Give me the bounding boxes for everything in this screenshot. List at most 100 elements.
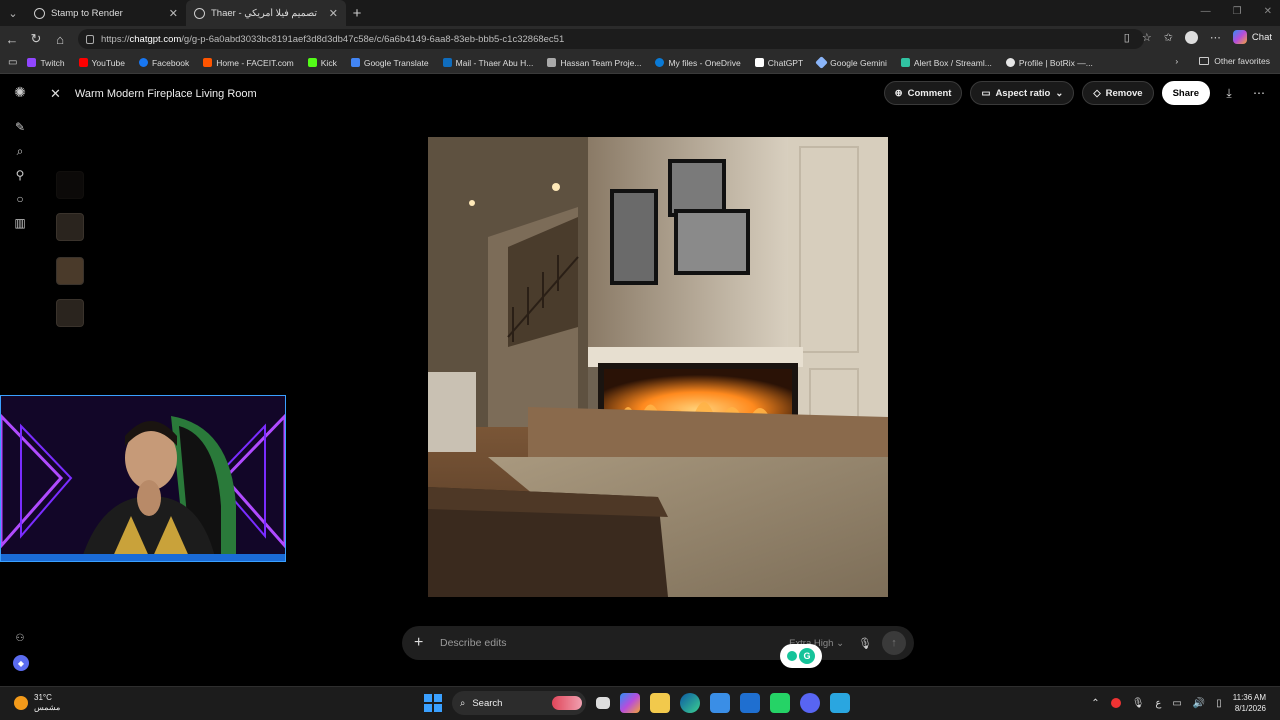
more-options-icon[interactable]: ⋯: [1248, 86, 1270, 100]
more-icon[interactable]: ⋯: [1210, 31, 1221, 44]
app-icon[interactable]: [830, 693, 850, 713]
copilot-app-icon[interactable]: [620, 693, 640, 713]
copilot-chat-button[interactable]: Chat: [1232, 30, 1272, 44]
new-chat-icon[interactable]: ✎: [13, 120, 27, 134]
close-window-icon[interactable]: ✕: [1264, 6, 1272, 17]
remove-button[interactable]: ◇ Remove: [1082, 81, 1154, 105]
task-view-icon[interactable]: [596, 697, 610, 709]
bookmark-label: ChatGPT: [767, 57, 804, 68]
chevron-up-icon[interactable]: ⌃: [1091, 698, 1099, 709]
comment-button[interactable]: ⊕ Comment: [883, 81, 963, 105]
outlook-icon[interactable]: [740, 693, 760, 713]
project-icon: [547, 58, 557, 67]
send-button[interactable]: ↑: [882, 631, 906, 655]
address-bar-row: ← ↻ ⌂ https://chatgpt.com/g/g-p-6a0abd30…: [0, 26, 1280, 52]
bookmark-alert-box[interactable]: Alert Box / Streaml...: [900, 57, 992, 68]
other-favorites-label: Other favorites: [1214, 56, 1270, 66]
tab-list-chevron-icon[interactable]: ⌄: [0, 0, 26, 26]
discord-icon[interactable]: [800, 693, 820, 713]
eraser-icon: ◇: [1093, 87, 1101, 99]
url-field[interactable]: https://chatgpt.com/g/g-p-6a0abd3033bc81…: [78, 29, 1144, 49]
taskbar-search[interactable]: ⌕ Search: [452, 691, 586, 715]
bookmark-label: My files - OneDrive: [668, 57, 741, 68]
add-attachment-icon[interactable]: +: [414, 634, 430, 652]
minimize-icon[interactable]: —: [1201, 6, 1211, 17]
microphone-icon[interactable]: 🎙: [858, 637, 872, 650]
bookmark-label: Alert Box / Streaml...: [913, 57, 992, 68]
reload-icon[interactable]: ↻: [24, 31, 48, 47]
bookmark-twitch[interactable]: Twitch: [27, 58, 65, 68]
bookmark-label: Hassan Team Proje...: [560, 57, 642, 68]
microphone-tray-icon[interactable]: 🎙: [1132, 698, 1145, 709]
history-thumbnail[interactable]: [56, 299, 84, 327]
history-thumbnail[interactable]: [56, 257, 84, 285]
close-editor-icon[interactable]: ✕: [50, 86, 61, 102]
generated-image[interactable]: [428, 137, 888, 597]
upgrade-icon[interactable]: ◆: [13, 655, 29, 671]
battery-icon[interactable]: ▯: [1216, 698, 1222, 709]
reading-view-icon[interactable]: ▯: [1124, 31, 1130, 44]
store-icon[interactable]: [710, 693, 730, 713]
tab-close-icon[interactable]: ✕: [329, 7, 338, 20]
sun-icon: [14, 696, 28, 710]
download-icon[interactable]: ⤓: [1218, 86, 1240, 101]
bookmark-mail[interactable]: Mail - Thaer Abu H...: [442, 58, 533, 68]
bookmark-chatgpt[interactable]: ChatGPT: [754, 57, 804, 68]
clock-date: 8/1/2026: [1234, 704, 1266, 713]
openai-logo-icon[interactable]: ✺: [13, 84, 27, 100]
chat-bubble-icon[interactable]: ○: [13, 192, 27, 206]
chatgpt-app: ✺ ✎ ⌕ ⚲ ○ ▥ ⚇ ◆ ✕ Warm Modern Fireplace …: [0, 75, 1280, 685]
clock[interactable]: 11:36 AM 8/1/2026: [1233, 692, 1266, 714]
location-pin-icon: [787, 651, 797, 661]
volume-icon[interactable]: 🔊: [1193, 698, 1205, 709]
windows-start-icon[interactable]: [424, 694, 442, 712]
editor-actions: ⊕ Comment ▭ Aspect ratio ⌄ ◇ Remove Share ⤓ …: [883, 81, 1270, 105]
new-tab-button[interactable]: +: [346, 5, 368, 22]
bookmark-google-translate[interactable]: Google Translate: [350, 58, 429, 68]
favorite-star-icon[interactable]: ☆: [1142, 31, 1152, 44]
describe-edits-input[interactable]: [440, 637, 790, 649]
maximize-icon[interactable]: ❐: [1233, 6, 1242, 17]
network-icon[interactable]: ▭: [1172, 698, 1181, 709]
bookmark-label: Profile | BotRix —...: [1018, 57, 1093, 68]
group-icon[interactable]: ⚇: [13, 631, 27, 645]
fireplace-room-illustration: [428, 137, 888, 597]
bookmark-youtube[interactable]: YouTube: [78, 58, 125, 68]
bookmark-facebook[interactable]: Facebook: [138, 58, 189, 68]
bookmark-gemini[interactable]: Google Gemini: [815, 56, 887, 69]
file-explorer-icon[interactable]: [650, 693, 670, 713]
comment-icon: ⊕: [894, 87, 903, 99]
aspect-ratio-button[interactable]: ▭ Aspect ratio ⌄: [970, 81, 1075, 105]
favorites-icon[interactable]: ✩: [1164, 31, 1173, 44]
bookmark-botrix[interactable]: Profile | BotRix —...: [1005, 57, 1093, 68]
bookmark-faceit[interactable]: Home - FACEIT.com: [203, 58, 294, 68]
bookmark-sidebar-icon[interactable]: ▭: [8, 57, 17, 68]
bookmark-kick[interactable]: Kick: [307, 58, 337, 68]
clock-time: 11:36 AM: [1232, 693, 1266, 702]
grammarly-widget[interactable]: G: [780, 644, 822, 668]
back-icon[interactable]: ←: [0, 32, 24, 47]
whatsapp-icon[interactable]: [770, 693, 790, 713]
library-icon[interactable]: ▥: [13, 216, 27, 230]
share-label: Share: [1172, 87, 1199, 99]
other-favorites[interactable]: › Other favorites: [1175, 56, 1270, 66]
browser-tab-1[interactable]: Stamp to Render ✕: [26, 0, 186, 26]
weather-widget[interactable]: 31°C مشمس: [14, 693, 60, 713]
bookmark-onedrive[interactable]: My files - OneDrive: [655, 57, 741, 68]
browser-tab-2[interactable]: Thaer - تصميم فيلا أمريكي ✕: [186, 0, 346, 26]
chevron-right-icon[interactable]: ›: [1175, 56, 1178, 66]
profile-avatar-icon[interactable]: [1184, 30, 1198, 44]
windows-taskbar: 31°C مشمس ⌕ Search ⌃ 🎙 ع ▭ 🔊 ▯ 11:36 AM …: [0, 686, 1280, 720]
tab-close-icon[interactable]: ✕: [169, 7, 178, 20]
tab-title: Stamp to Render: [51, 7, 123, 19]
search-icon[interactable]: ⌕: [13, 144, 27, 158]
share-button[interactable]: Share: [1161, 81, 1210, 105]
history-thumbnail[interactable]: [56, 171, 84, 199]
history-thumbnail[interactable]: [56, 213, 84, 241]
tray-app-icon[interactable]: [1110, 698, 1121, 708]
edge-icon[interactable]: [680, 693, 700, 713]
home-icon[interactable]: ⌂: [48, 32, 72, 47]
pin-icon[interactable]: ⚲: [13, 168, 27, 182]
bookmark-hassan-team[interactable]: Hassan Team Proje...: [547, 58, 641, 68]
language-indicator[interactable]: ع: [1155, 698, 1161, 709]
